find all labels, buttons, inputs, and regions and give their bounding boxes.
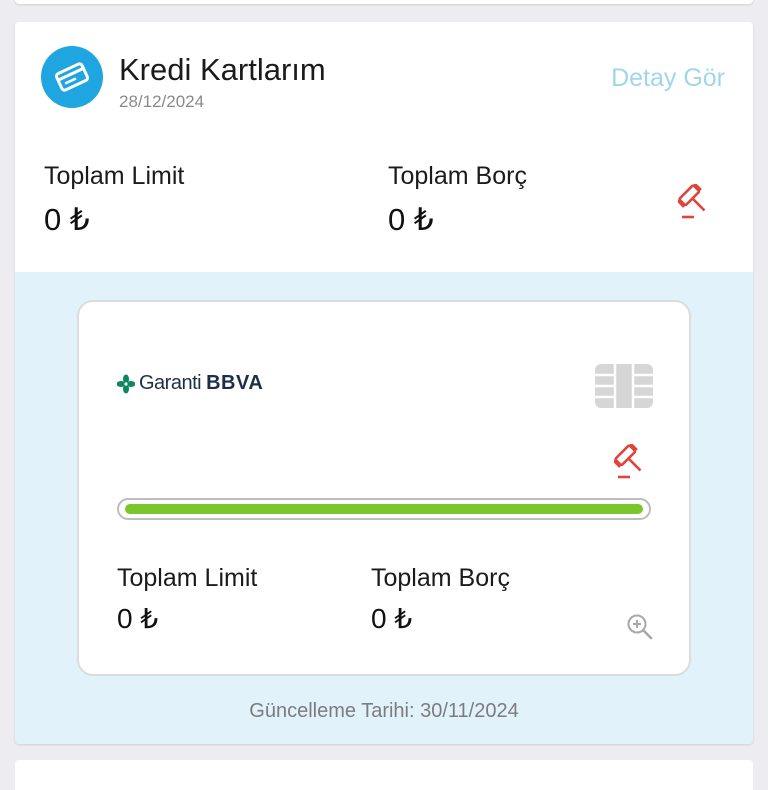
zoom-in-icon[interactable]: [625, 612, 655, 642]
bank-suffix: BBVA: [206, 372, 264, 394]
total-debt-label: Toplam Borç: [388, 162, 527, 190]
header-date: 28/12/2024: [119, 92, 205, 111]
bank-card[interactable]: Garanti BBVA Toplam Limit 0 ₺ Toplam Bor…: [77, 300, 691, 676]
bank-logo: Garanti BBVA: [117, 372, 263, 395]
previous-card: [15, 0, 753, 4]
bank-name: Garanti: [139, 372, 202, 394]
hammer-icon[interactable]: [676, 182, 714, 220]
total-debt-value: 0 ₺: [388, 202, 434, 237]
credit-cards-panel: Kredi Kartlarım 28/12/2024 Detay Gör Top…: [15, 22, 753, 744]
card-debt-value: 0 ₺: [371, 603, 413, 634]
total-limit-label: Toplam Limit: [44, 162, 185, 190]
page-title: Kredi Kartlarım: [119, 52, 326, 87]
total-limit-value: 0 ₺: [44, 202, 90, 237]
credit-card-icon: [41, 46, 103, 108]
card-limit-label: Toplam Limit: [117, 564, 258, 592]
card-limit-value: 0 ₺: [117, 603, 159, 634]
card-debt-label: Toplam Borç: [371, 564, 510, 592]
clover-icon: [117, 374, 135, 393]
next-card: [15, 760, 753, 790]
usage-progress-bar: [117, 498, 651, 520]
detail-link[interactable]: Detay Gör: [611, 64, 725, 93]
card-chip-icon: [595, 364, 653, 408]
card-list-area: Garanti BBVA Toplam Limit 0 ₺ Toplam Bor…: [15, 272, 753, 744]
hammer-icon[interactable]: [612, 442, 650, 480]
usage-progress-fill: [125, 504, 643, 514]
update-date: Güncelleme Tarihi: 30/11/2024: [249, 700, 519, 722]
